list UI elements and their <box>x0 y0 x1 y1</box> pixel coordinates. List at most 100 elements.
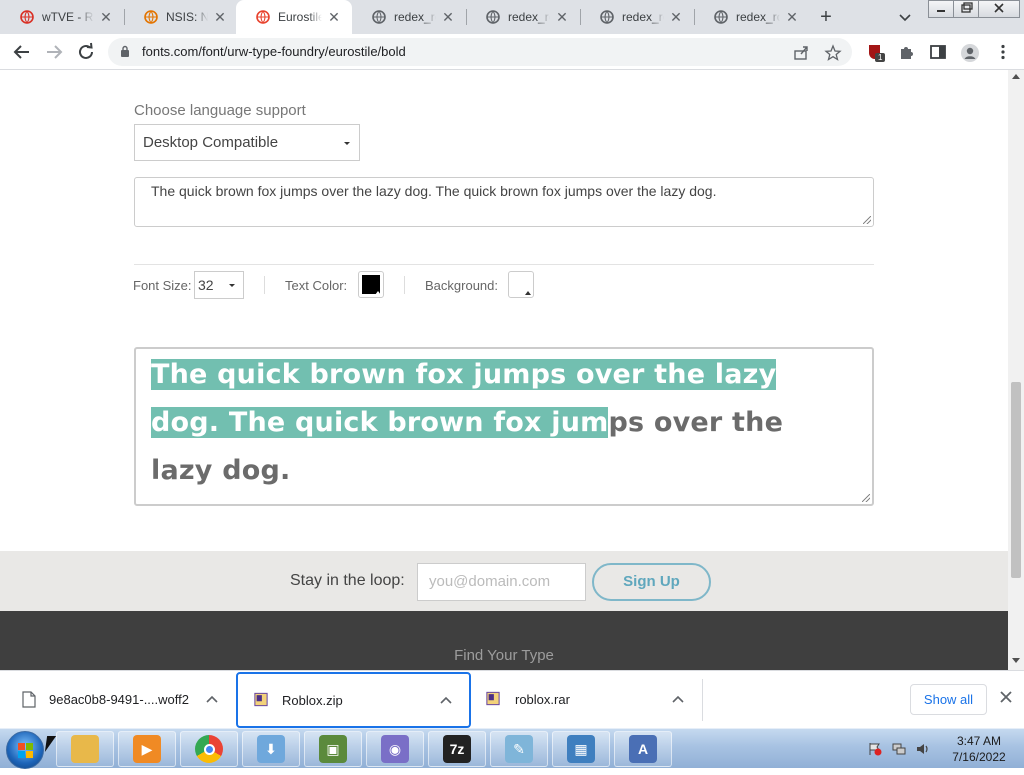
extensions-puzzle-icon[interactable] <box>898 43 916 61</box>
text-color-label: Text Color: <box>285 278 348 293</box>
close-tab-icon[interactable]: ✕ <box>326 9 342 25</box>
language-selected-value: Desktop Compatible <box>143 134 279 151</box>
taskbar-font-tool-button[interactable]: A <box>614 731 672 767</box>
font-size-label: Font Size: <box>133 278 192 293</box>
language-support-select[interactable]: Desktop Compatible <box>134 124 360 161</box>
taskbar-7zip-button[interactable]: 7z <box>428 731 486 767</box>
forward-arrow-icon <box>47 45 63 59</box>
separator <box>404 276 405 294</box>
tab-label: wTVE - R <box>42 10 94 24</box>
font-preview-text[interactable]: The quick brown fox jumps over the lazy … <box>151 351 851 495</box>
newsletter-email-input[interactable]: you@domain.com <box>417 563 586 601</box>
download-item[interactable]: roblox.rar <box>475 672 701 728</box>
tab-search-icon[interactable] <box>896 8 914 26</box>
system-clock[interactable]: 3:47 AM 7/16/2022 <box>940 733 1018 765</box>
file-icon <box>22 691 36 708</box>
browser-tab-strip: wTVE - R✕NSIS: Nul✕Eurostile✕redex_rol✕r… <box>0 0 1024 34</box>
close-window-button[interactable] <box>978 0 1020 18</box>
dropdown-caret-icon <box>344 142 350 145</box>
browser-tab[interactable]: wTVE - R ✕ <box>0 0 124 34</box>
taskbar-disc-tool-button[interactable]: ◉ <box>366 731 424 767</box>
background-color-picker[interactable] <box>508 271 534 298</box>
side-panel-icon[interactable] <box>929 43 947 61</box>
back-arrow-icon <box>13 45 29 59</box>
sample-text-input[interactable]: The quick brown fox jumps over the lazy … <box>134 177 874 227</box>
show-all-downloads-button[interactable]: Show all <box>910 684 987 715</box>
minimize-button[interactable] <box>928 0 954 18</box>
browser-tab[interactable]: redex_rol ✕ <box>352 0 466 34</box>
text-color-picker[interactable] <box>358 271 384 298</box>
bookmark-star-icon[interactable] <box>824 44 842 62</box>
newsletter-section: Stay in the loop: you@domain.com Sign Up <box>0 551 1008 611</box>
action-center-flag-icon[interactable] <box>868 742 882 756</box>
volume-icon[interactable] <box>916 742 930 756</box>
taskbar-control-panel-button[interactable]: ▦ <box>552 731 610 767</box>
font-size-select[interactable]: 32 <box>194 271 244 299</box>
control-panel-icon: ▦ <box>567 735 595 763</box>
browser-tab[interactable]: NSIS: Nul ✕ <box>124 0 238 34</box>
winrar-zip-icon <box>254 692 268 707</box>
taskbar-media-player-button[interactable]: ▶ <box>118 731 176 767</box>
chevron-up-icon[interactable] <box>203 690 221 708</box>
preview-controls: Font Size: 32 Text Color: Background: <box>133 270 873 300</box>
close-tab-icon[interactable]: ✕ <box>668 9 684 25</box>
font-size-value: 32 <box>198 277 214 293</box>
browser-tab[interactable]: redex_rol ✕ <box>580 0 694 34</box>
winrar-icon <box>486 691 500 706</box>
chevron-up-icon[interactable] <box>669 690 687 708</box>
new-tab-button[interactable]: + <box>814 5 838 29</box>
close-tab-icon[interactable]: ✕ <box>784 9 800 25</box>
separator <box>702 679 703 721</box>
browser-tab[interactable]: redex_rol ✕ <box>694 0 810 34</box>
back-button[interactable] <box>10 40 34 64</box>
browser-tab[interactable]: redex_rol ✕ <box>466 0 580 34</box>
forward-button[interactable] <box>42 40 66 64</box>
menu-kebab-icon[interactable] <box>994 43 1012 61</box>
close-tab-icon[interactable]: ✕ <box>554 9 570 25</box>
taskbar-setup-tool-button[interactable]: ▣ <box>304 731 362 767</box>
chevron-up-icon[interactable] <box>437 691 455 709</box>
reload-button[interactable] <box>74 40 98 64</box>
restore-button[interactable] <box>953 0 979 18</box>
address-bar[interactable]: fonts.com/font/urw-type-foundry/eurostil… <box>108 38 852 66</box>
scroll-up-icon[interactable] <box>1012 74 1020 79</box>
profile-avatar[interactable] <box>960 43 979 62</box>
browser-tab[interactable]: Eurostile ✕ <box>236 0 352 34</box>
sign-up-button[interactable]: Sign Up <box>592 563 711 601</box>
close-tab-icon[interactable]: ✕ <box>440 9 456 25</box>
resize-grip-icon[interactable] <box>862 494 870 502</box>
dropdown-caret-icon <box>229 284 235 287</box>
taskbar-file-explorer-button[interactable] <box>56 731 114 767</box>
newsletter-label: Stay in the loop: <box>290 572 405 589</box>
language-support-label: Choose language support <box>134 102 306 119</box>
tab-label: redex_rol <box>508 10 550 24</box>
close-tab-icon[interactable]: ✕ <box>98 9 114 25</box>
font-preview-area[interactable]: The quick brown fox jumps over the lazy … <box>134 347 874 506</box>
nsis-icon <box>144 10 158 24</box>
taskbar-notepad-button[interactable]: ✎ <box>490 731 548 767</box>
share-icon[interactable] <box>792 44 810 62</box>
taskbar-installer-button[interactable]: ⬇ <box>242 731 300 767</box>
globe-icon <box>714 10 728 24</box>
email-placeholder: you@domain.com <box>429 573 551 590</box>
windows-logo-icon <box>18 743 33 758</box>
download-item[interactable]: Roblox.zip <box>236 672 471 728</box>
page-scrollbar[interactable] <box>1008 70 1024 670</box>
resize-grip-icon[interactable] <box>863 216 871 224</box>
scrollbar-thumb[interactable] <box>1011 382 1021 578</box>
windows-taskbar: ▶ ⬇ ▣ ◉ 7z ✎ ▦ A 3:47 AM 7/16/2022 <box>0 728 1024 769</box>
start-button[interactable] <box>6 731 44 769</box>
download-filename: 9e8ac0b8-9491-....woff2 <box>49 692 189 707</box>
taskbar-chrome-button[interactable] <box>180 731 238 767</box>
download-filename: roblox.rar <box>515 692 570 707</box>
7zip-icon: 7z <box>443 735 471 763</box>
scroll-down-icon[interactable] <box>1012 658 1020 663</box>
lock-icon <box>121 45 129 57</box>
close-tab-icon[interactable]: ✕ <box>212 9 228 25</box>
extension-shield-icon[interactable]: 1 <box>866 43 885 62</box>
download-filename: Roblox.zip <box>282 693 343 708</box>
network-icon[interactable] <box>892 742 906 756</box>
page-content: Choose language support Desktop Compatib… <box>0 70 1008 670</box>
close-shelf-icon[interactable] <box>996 688 1016 708</box>
download-item[interactable]: 9e8ac0b8-9491-....woff2 <box>0 672 232 728</box>
